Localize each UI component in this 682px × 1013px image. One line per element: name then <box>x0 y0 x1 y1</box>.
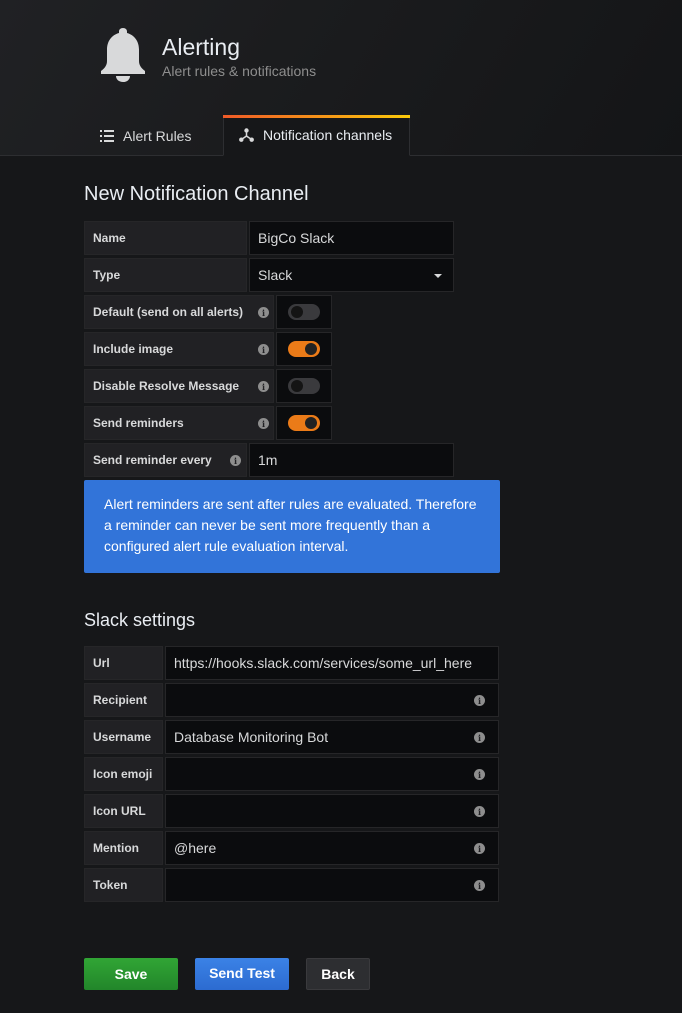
default-toggle-box <box>276 295 332 329</box>
reminder-every-row: Send reminder every i 1m <box>84 443 454 477</box>
mention-row: Mention @here i <box>84 831 499 865</box>
tab-label: Notification channels <box>263 127 393 143</box>
mention-input[interactable]: @here i <box>165 831 499 865</box>
send-reminders-row: Send reminders i <box>84 406 332 440</box>
info-icon[interactable]: i <box>258 307 269 318</box>
mention-label: Mention <box>84 831 163 865</box>
include-image-row: Include image i <box>84 332 332 366</box>
send-test-button[interactable]: Send Test <box>195 958 289 990</box>
reminder-every-label: Send reminder every i <box>84 443 247 477</box>
info-icon[interactable]: i <box>474 695 485 706</box>
reminder-every-label-text: Send reminder every <box>93 453 212 467</box>
slack-settings-title: Slack settings <box>84 610 196 630</box>
default-row: Default (send on all alerts) i <box>84 295 332 329</box>
list-icon <box>100 129 114 142</box>
icon-emoji-input[interactable]: i <box>165 757 499 791</box>
disable-resolve-label-text: Disable Resolve Message <box>93 379 240 393</box>
recipient-label: Recipient <box>84 683 163 717</box>
back-button[interactable]: Back <box>306 958 370 990</box>
disable-resolve-toggle-box <box>276 369 332 403</box>
send-reminders-toggle-box <box>276 406 332 440</box>
send-reminders-toggle[interactable] <box>288 415 320 431</box>
icon-url-row: Icon URL i <box>84 794 499 828</box>
info-icon[interactable]: i <box>230 455 241 466</box>
recipient-input[interactable]: i <box>165 683 499 717</box>
url-label: Url <box>84 646 163 680</box>
icon-url-label: Icon URL <box>84 794 163 828</box>
tab-label: Alert Rules <box>123 127 192 144</box>
default-toggle[interactable] <box>288 304 320 320</box>
caret-down-icon <box>434 274 442 278</box>
include-image-label: Include image i <box>84 332 274 366</box>
type-label: Type <box>84 258 247 292</box>
mention-value: @here <box>174 840 217 856</box>
info-icon[interactable]: i <box>474 769 485 780</box>
info-icon[interactable]: i <box>474 880 485 891</box>
token-row: Token i <box>84 868 499 902</box>
token-input[interactable]: i <box>165 868 499 902</box>
icon-url-input[interactable]: i <box>165 794 499 828</box>
page-header: Alerting Alert rules & notifications Ale… <box>0 0 682 156</box>
tab-notification-channels[interactable]: Notification channels <box>223 115 410 156</box>
default-label: Default (send on all alerts) i <box>84 295 274 329</box>
reminder-info-box: Alert reminders are sent after rules are… <box>84 480 500 573</box>
tab-alert-rules[interactable]: Alert Rules <box>100 115 191 156</box>
username-label: Username <box>84 720 163 754</box>
recipient-row: Recipient i <box>84 683 499 717</box>
url-row: Url https://hooks.slack.com/services/som… <box>84 646 499 680</box>
page-subtitle: Alert rules & notifications <box>162 63 317 79</box>
type-select[interactable]: Slack <box>249 258 454 292</box>
reminder-every-input[interactable]: 1m <box>249 443 454 477</box>
send-reminders-label-text: Send reminders <box>93 416 184 430</box>
include-image-toggle[interactable] <box>288 341 320 357</box>
icon-emoji-label: Icon emoji <box>84 757 163 791</box>
save-button[interactable]: Save <box>84 958 178 990</box>
info-icon[interactable]: i <box>474 732 485 743</box>
username-input[interactable]: Database Monitoring Bot i <box>165 720 499 754</box>
include-image-toggle-box <box>276 332 332 366</box>
page-title: Alerting <box>162 34 240 60</box>
name-label: Name <box>84 221 247 255</box>
info-icon[interactable]: i <box>258 381 269 392</box>
type-row: Type Slack <box>84 258 454 292</box>
type-select-value: Slack <box>258 267 293 283</box>
icon-emoji-row: Icon emoji i <box>84 757 499 791</box>
username-row: Username Database Monitoring Bot i <box>84 720 499 754</box>
disable-resolve-toggle[interactable] <box>288 378 320 394</box>
info-icon[interactable]: i <box>474 806 485 817</box>
name-row: Name BigCo Slack <box>84 221 454 255</box>
info-icon[interactable]: i <box>258 344 269 355</box>
default-label-text: Default (send on all alerts) <box>93 305 244 319</box>
include-image-label-text: Include image <box>93 342 174 356</box>
token-label: Token <box>84 868 163 902</box>
info-icon[interactable]: i <box>474 843 485 854</box>
send-reminders-label: Send reminders i <box>84 406 274 440</box>
disable-resolve-row: Disable Resolve Message i <box>84 369 332 403</box>
bell-icon <box>101 28 145 82</box>
info-icon[interactable]: i <box>258 418 269 429</box>
form-title: New Notification Channel <box>84 183 309 205</box>
name-input[interactable]: BigCo Slack <box>249 221 454 255</box>
url-input[interactable]: https://hooks.slack.com/services/some_ur… <box>165 646 499 680</box>
share-nodes-icon <box>239 128 254 142</box>
disable-resolve-label: Disable Resolve Message i <box>84 369 274 403</box>
username-value: Database Monitoring Bot <box>174 729 329 745</box>
